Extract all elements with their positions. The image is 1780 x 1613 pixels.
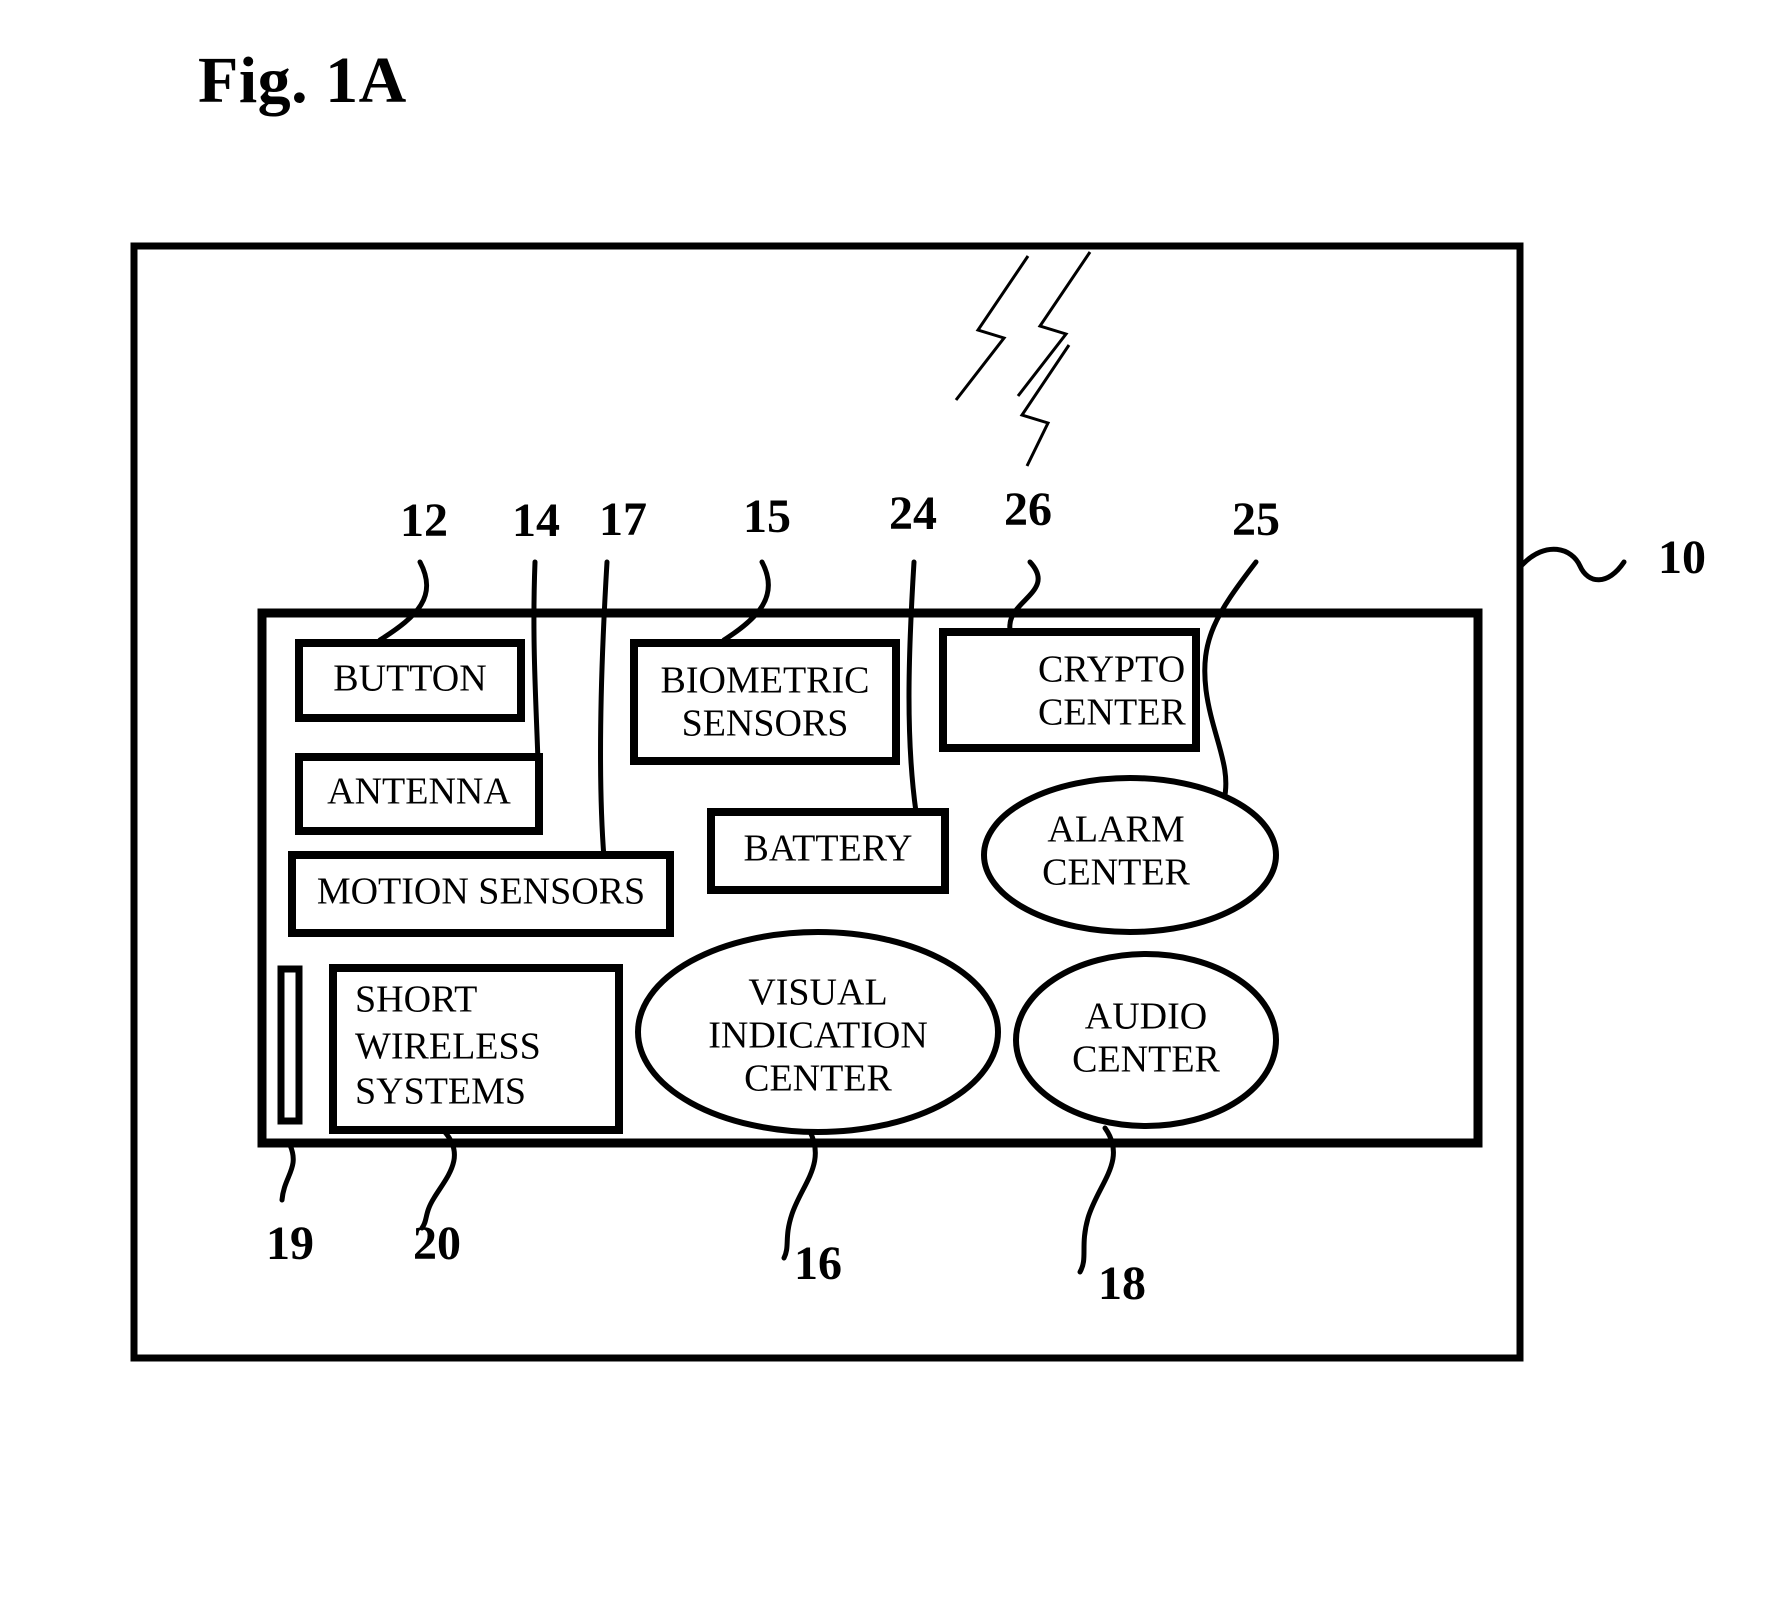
short-wireless-label-line1: SHORT	[355, 979, 477, 1021]
motion-sensors-box-label: MOTION SENSORS	[317, 871, 645, 913]
alarm-center-label-line2: CENTER	[1042, 852, 1190, 894]
component-visual-indication-center[interactable]: VISUAL INDICATION CENTER	[635, 929, 1001, 1135]
button-box-label: BUTTON	[333, 658, 486, 700]
ref-numeral-10: 10	[1658, 531, 1706, 584]
ref-numeral-18: 18	[1098, 1257, 1146, 1310]
antenna-box-label: ANTENNA	[327, 771, 511, 813]
component-audio-center[interactable]: AUDIO CENTER	[1013, 951, 1279, 1129]
ref-numeral-15: 15	[743, 490, 791, 543]
ref-numeral-19: 19	[266, 1217, 314, 1270]
biometric-sensors-box-label-line2: SENSORS	[682, 703, 849, 745]
component-antenna[interactable]: ANTENNA	[295, 753, 543, 835]
component-biometric-sensors[interactable]: BIOMETRIC SENSORS	[630, 639, 900, 765]
visual-indication-label-line1: VISUAL	[748, 972, 887, 1014]
ref-numeral-12: 12	[400, 494, 448, 547]
visual-indication-label-line2: INDICATION	[708, 1015, 928, 1057]
component-vertical-bar[interactable]	[277, 965, 303, 1125]
component-motion-sensors[interactable]: MOTION SENSORS	[288, 851, 674, 937]
patent-figure: Fig. 1A BUTTON ANTENNA MOTION SENSORS BI…	[0, 0, 1780, 1613]
ref-numeral-20: 20	[413, 1217, 461, 1270]
component-button[interactable]: BUTTON	[295, 639, 525, 722]
ref-numeral-24: 24	[889, 487, 937, 540]
audio-center-label-line2: CENTER	[1072, 1039, 1220, 1081]
crypto-center-box-label-line1: CRYPTO	[1038, 649, 1185, 691]
visual-indication-label-line3: CENTER	[744, 1058, 892, 1100]
component-short-wireless-systems[interactable]: SHORT WIRELESS SYSTEMS	[329, 964, 623, 1134]
battery-box-label: BATTERY	[744, 828, 913, 870]
component-battery[interactable]: BATTERY	[707, 808, 949, 894]
vertical-bar-element[interactable]	[277, 965, 303, 1125]
component-crypto-center[interactable]: CRYPTO CENTER	[939, 628, 1200, 752]
ref-numeral-14: 14	[512, 494, 560, 547]
biometric-sensors-box-label-line1: BIOMETRIC	[661, 660, 870, 702]
component-alarm-center[interactable]: ALARM CENTER	[981, 775, 1279, 935]
alarm-center-label-line1: ALARM	[1047, 809, 1184, 851]
ref-numeral-16: 16	[794, 1237, 842, 1290]
ref-numeral-17: 17	[599, 493, 647, 546]
ref-numeral-26: 26	[1004, 483, 1052, 536]
ref-numeral-25: 25	[1232, 493, 1280, 546]
short-wireless-label-line3: SYSTEMS	[355, 1071, 526, 1113]
diagram-canvas: BUTTON ANTENNA MOTION SENSORS BIOMETRIC …	[130, 242, 1706, 1362]
short-wireless-label-line2: WIRELESS	[355, 1026, 541, 1068]
audio-center-label-line1: AUDIO	[1085, 996, 1207, 1038]
crypto-center-box-label-line2: CENTER	[1038, 692, 1186, 734]
leader-line-10	[1519, 546, 1627, 583]
